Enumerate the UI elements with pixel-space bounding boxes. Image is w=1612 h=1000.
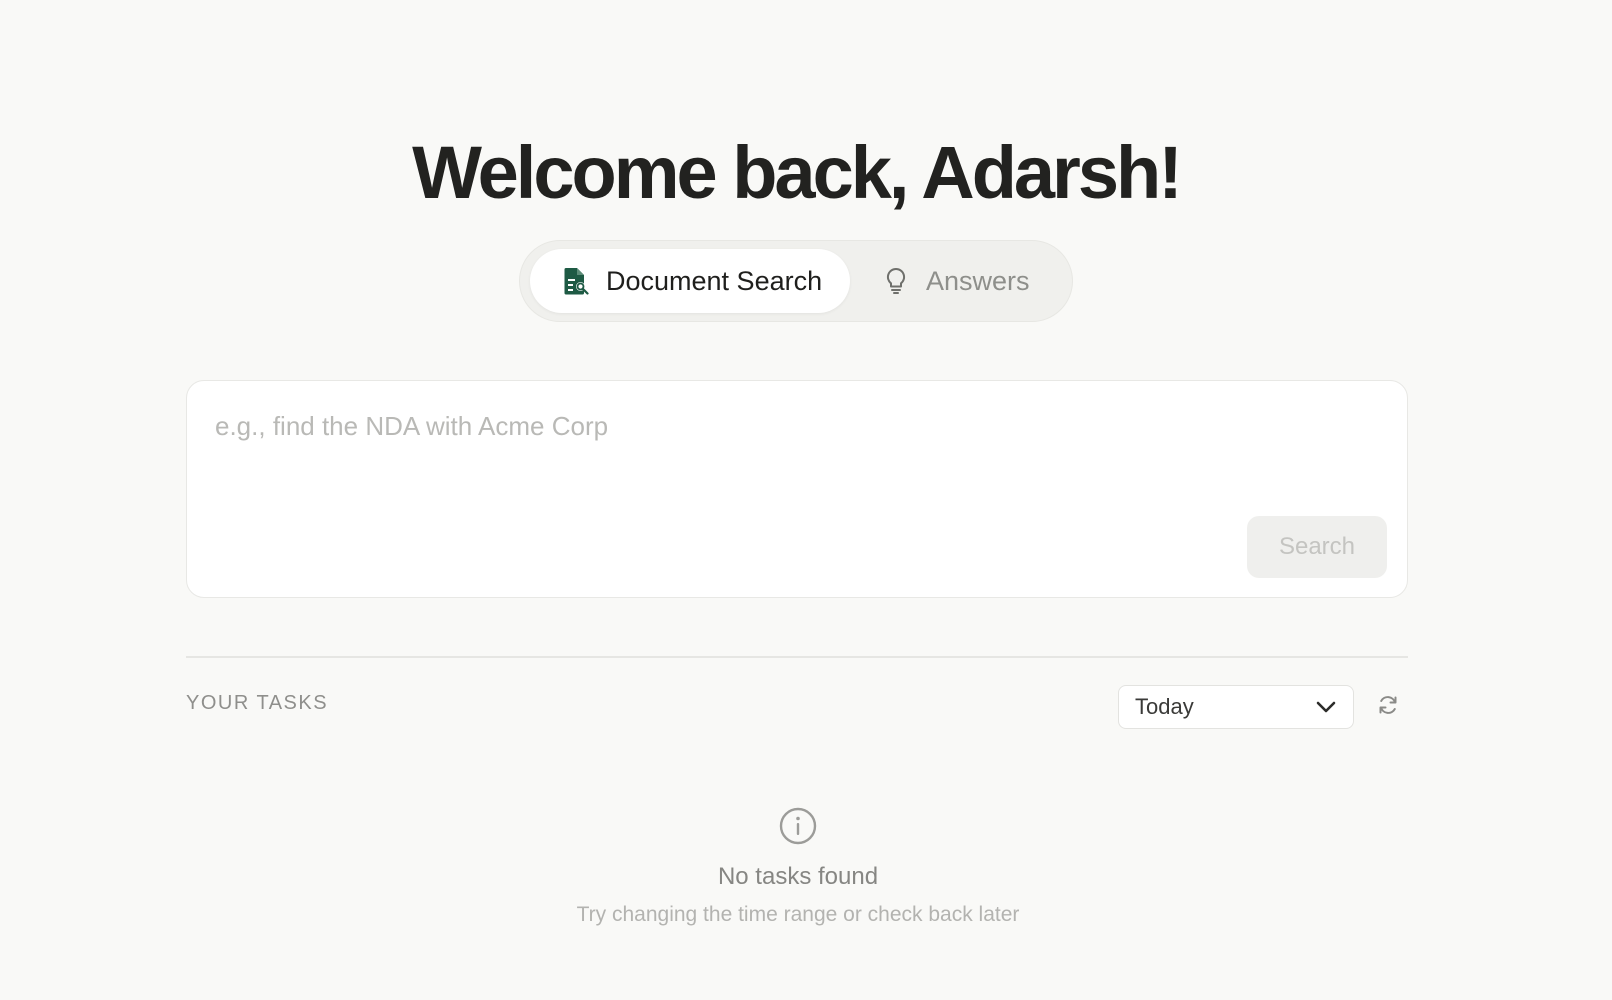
tab-document-search[interactable]: Document Search <box>530 249 850 313</box>
section-divider <box>186 656 1408 658</box>
page: Welcome back, Adarsh! Document Search An… <box>0 0 1612 1000</box>
info-icon <box>778 806 818 846</box>
empty-state-subtitle: Try changing the time range or check bac… <box>576 903 1020 926</box>
mode-toggle: Document Search Answers <box>519 240 1073 322</box>
tasks-empty-state: No tasks found Try changing the time ran… <box>0 806 1596 927</box>
time-range-select[interactable]: Today <box>1118 685 1354 729</box>
tasks-heading: YOUR TASKS <box>186 692 329 714</box>
tab-answers[interactable]: Answers <box>882 249 1062 313</box>
tab-document-search-label: Document Search <box>606 265 823 296</box>
search-button[interactable]: Search <box>1247 516 1387 578</box>
document-search-icon <box>562 267 590 295</box>
search-input[interactable] <box>215 403 1375 449</box>
chevron-down-icon <box>1315 696 1337 718</box>
empty-state-title: No tasks found <box>717 863 879 890</box>
tab-answers-label: Answers <box>926 265 1030 296</box>
refresh-button[interactable] <box>1374 693 1402 721</box>
search-panel: Search <box>186 380 1408 598</box>
lightbulb-icon <box>882 267 910 295</box>
welcome-heading: Welcome back, Adarsh! <box>412 131 1183 214</box>
refresh-icon <box>1376 693 1400 722</box>
time-range-value: Today <box>1135 694 1194 719</box>
